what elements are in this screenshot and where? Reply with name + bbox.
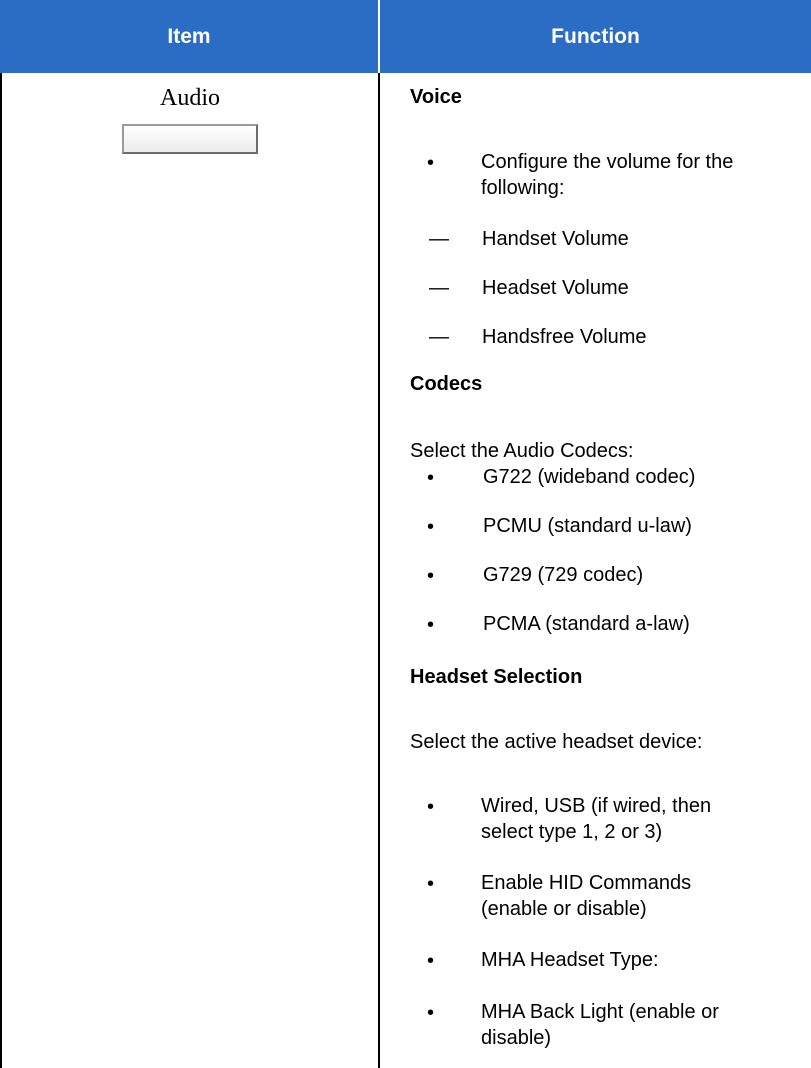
voice-heading: Voice: [410, 86, 462, 108]
handset-volume: Handset Volume: [482, 228, 629, 250]
handsfree-volume: Handsfree Volume: [482, 326, 647, 348]
bullet-hid: •: [427, 873, 435, 895]
hid-line2: (enable or disable): [481, 898, 647, 920]
function-table: Item Function Audio Voice • Configure th…: [0, 0, 811, 1068]
dash-headset: —: [429, 277, 449, 299]
wired-line2: select type 1, 2 or 3): [481, 821, 663, 843]
headset-intro: Select the active headset device:: [410, 731, 703, 753]
configure-line1: Configure the volume for the: [481, 151, 734, 173]
codecs-intro: Select the Audio Codecs:: [410, 440, 634, 462]
bullet-g729: •: [427, 565, 435, 587]
headset-volume: Headset Volume: [482, 277, 629, 299]
codec-g729: G729 (729 codec): [483, 564, 644, 586]
bullet-wired: •: [427, 796, 435, 818]
hid-line1: Enable HID Commands: [481, 872, 692, 894]
backlight-line1: MHA Back Light (enable or: [481, 1001, 719, 1023]
audio-button[interactable]: [122, 124, 258, 154]
codec-pcmu: PCMU (standard u-law): [483, 515, 692, 537]
backlight-line2: disable): [481, 1027, 552, 1049]
bullet-backlight: •: [427, 1002, 435, 1024]
bullet-mha-type: •: [427, 950, 435, 972]
header-item: Item: [167, 25, 211, 48]
mha-headset-type: MHA Headset Type:: [481, 949, 659, 971]
wired-line1: Wired, USB (if wired, then: [481, 795, 712, 817]
codec-g722: G722 (wideband codec): [483, 466, 696, 488]
bullet-pcma: •: [427, 614, 435, 636]
function-cell: Voice • Configure the volume for the fol…: [380, 0, 811, 1068]
codec-pcma: PCMA (standard a-law): [483, 613, 690, 635]
dash-handset: —: [429, 228, 449, 250]
configure-line2: following:: [481, 177, 565, 199]
table-left-border: [0, 73, 2, 1068]
bullet-pcmu: •: [427, 516, 435, 538]
item-label-audio: Audio: [160, 85, 220, 111]
bullet-g722: •: [427, 467, 435, 489]
headset-heading: Headset Selection: [410, 666, 583, 688]
dash-handsfree: —: [429, 326, 449, 348]
codecs-heading: Codecs: [410, 373, 483, 395]
bullet-configure: •: [427, 152, 435, 174]
